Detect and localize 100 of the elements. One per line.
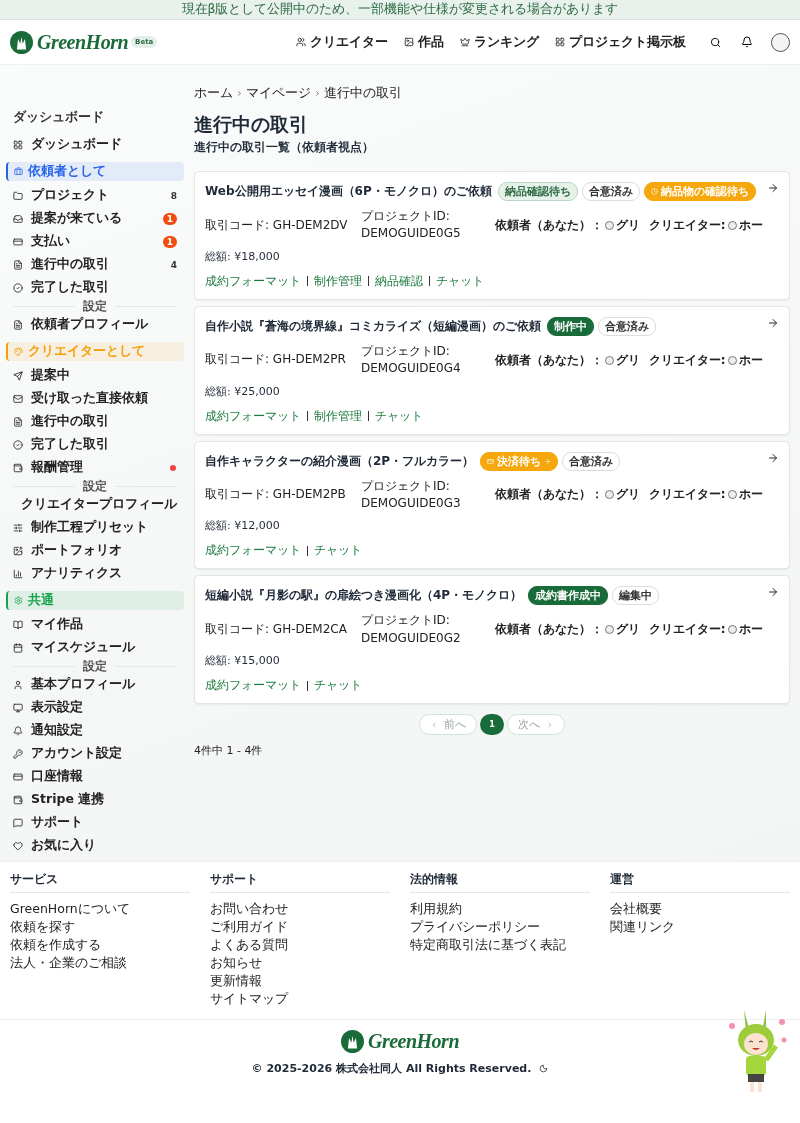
footer-link[interactable]: お問い合わせ [210, 901, 390, 916]
creator-name: ホー [738, 351, 763, 369]
footer-heading: サービス [10, 872, 190, 893]
footer-link[interactable]: お知らせ [210, 955, 390, 970]
deal-code: 取引コード: GH-DEM2DV [205, 216, 349, 234]
footer-link[interactable]: 特定商取引法に基づく表記 [410, 937, 590, 952]
sidebar-item[interactable]: 基本プロフィール [6, 673, 184, 696]
notification-button[interactable] [741, 36, 753, 48]
footer-link[interactable]: GreenHornについて [10, 901, 190, 916]
open-arrow-icon[interactable] [767, 182, 779, 194]
section-label: 共通 [28, 592, 54, 609]
sidebar-item[interactable]: 進行中の取引 4 [6, 253, 184, 276]
status-tag: 決済待ち [480, 451, 559, 471]
item-label: マイ作品 [31, 616, 83, 633]
avatar-icon [605, 625, 615, 635]
project-id: プロジェクトID: DEMOGUIDE0G2 [361, 612, 462, 647]
user-avatar[interactable] [771, 32, 790, 52]
sidebar-item[interactable]: マイスケジュール [6, 636, 184, 659]
footer-link[interactable]: よくある質問 [210, 937, 390, 952]
status-tag: 合意済み [598, 316, 656, 336]
open-arrow-icon[interactable] [767, 586, 779, 599]
sidebar-item[interactable]: Stripe 連携 [6, 788, 184, 811]
sidebar-item[interactable]: マイ作品 [6, 613, 184, 636]
sidebar-item[interactable]: 口座情報 [6, 765, 184, 788]
menu-icon [13, 190, 23, 201]
sidebar-item[interactable]: 表示設定 [6, 696, 184, 719]
avatar-icon [605, 490, 615, 500]
footer-link[interactable]: 法人・企業のご相談 [10, 955, 190, 970]
footer-link[interactable]: 会社概要 [610, 901, 790, 916]
avatar-icon [605, 355, 615, 365]
sidebar-item[interactable]: 進行中の取引 [6, 410, 184, 433]
deal-code: 取引コード: GH-DEM2PR [205, 351, 347, 369]
footer-link[interactable]: 更新情報 [210, 973, 390, 988]
deal-link[interactable]: 成約フォーマット [205, 407, 301, 425]
footer-link[interactable]: プライバシーポリシー [410, 919, 590, 934]
deal-link[interactable]: 成約フォーマット [205, 542, 301, 560]
sidebar-item[interactable]: 提案中 [6, 364, 184, 387]
menu-icon [13, 416, 23, 427]
sidebar-item[interactable]: 完了した取引 [6, 433, 184, 456]
sidebar-item[interactable]: 通知設定 [6, 719, 184, 742]
breadcrumb-link[interactable]: 進行中の取引 [324, 85, 402, 102]
nav-link[interactable]: 作品 [404, 33, 444, 51]
item-label: 進行中の取引 [31, 413, 109, 430]
sidebar-item[interactable]: プロジェクト 8 [6, 184, 184, 207]
deal-link[interactable]: 制作管理 [314, 272, 362, 290]
open-arrow-icon[interactable] [767, 316, 779, 329]
search-button[interactable] [710, 36, 721, 48]
item-label: クリエイタープロフィール [21, 496, 177, 513]
open-arrow-icon[interactable] [767, 451, 779, 464]
footer-link[interactable]: ご利用ガイド [210, 919, 390, 934]
deal-link[interactable]: チャット [436, 272, 484, 290]
deal-link[interactable]: 制作管理 [314, 407, 362, 425]
nav-icon [460, 37, 470, 47]
deal-total: 総額: ¥12,000 [205, 518, 281, 534]
sidebar-item[interactable]: アカウント設定 [6, 742, 184, 765]
deal-link[interactable]: チャット [314, 677, 362, 695]
clock-icon [650, 188, 658, 195]
sidebar-item[interactable]: 完了した取引 [6, 276, 184, 299]
sidebar-item[interactable]: ダッシュボード [6, 133, 184, 156]
section-label: 依頼者として [28, 163, 106, 180]
sidebar-item[interactable]: 制作工程プリセット [6, 516, 184, 539]
footer-link[interactable]: 関連リンク [610, 919, 790, 934]
breadcrumb-link[interactable]: ホーム [194, 85, 233, 102]
deal-link[interactable]: チャット [314, 542, 362, 560]
nav-link[interactable]: クリエイター [296, 33, 388, 51]
divider-label: 設定 [83, 477, 107, 495]
divider-label: 設定 [83, 657, 107, 675]
breadcrumb-link[interactable]: マイページ [246, 85, 311, 102]
sidebar-item[interactable]: 提案が来ている 1 [6, 207, 184, 230]
avatar-icon [727, 355, 737, 365]
footer-link[interactable]: 利用規約 [410, 901, 590, 916]
nav-link[interactable]: プロジェクト掲示板 [555, 33, 686, 51]
sidebar-item[interactable]: クリエイタープロフィール [6, 493, 184, 516]
deal-link[interactable]: チャット [375, 407, 423, 425]
sidebar-item[interactable]: アナリティクス [6, 562, 184, 585]
item-label: 口座情報 [31, 768, 83, 785]
client-label: 依頼者（あなた）： [495, 621, 604, 639]
nav-link[interactable]: ランキング [460, 33, 539, 51]
nav-icon [555, 37, 565, 47]
sidebar-item[interactable]: ポートフォリオ [6, 539, 184, 562]
sidebar-item[interactable]: 報酬管理 [6, 456, 184, 479]
footer-link[interactable]: サイトマップ [210, 991, 390, 1006]
sidebar-item[interactable]: 依頼者プロフィール [6, 313, 184, 336]
footer-link[interactable]: 依頼を探す [10, 919, 190, 934]
deal-link[interactable]: 成約フォーマット [205, 677, 301, 695]
menu-icon [13, 794, 23, 805]
deal-link[interactable]: 成約フォーマット [205, 272, 301, 290]
footer-link[interactable]: 依頼を作成する [10, 937, 190, 952]
page-button[interactable]: 1 [480, 714, 504, 736]
item-label: サポート [31, 814, 83, 831]
project-id: プロジェクトID: DEMOGUIDE0G4 [361, 342, 462, 378]
sidebar-item[interactable]: サポート [6, 811, 184, 834]
client-name: グリ [616, 216, 641, 234]
sidebar-item[interactable]: お気に入り [6, 834, 184, 857]
menu-icon [13, 139, 23, 150]
sidebar-item[interactable]: 受け取った直接依頼 [6, 387, 184, 410]
sidebar-heading: ダッシュボード [12, 109, 105, 126]
sidebar-item[interactable]: 支払い 1 [6, 230, 184, 253]
copyright: © 2025-2026 株式会社同人 All Rights Reserved. [251, 1061, 532, 1076]
deal-link[interactable]: 納品確認 [375, 272, 423, 290]
